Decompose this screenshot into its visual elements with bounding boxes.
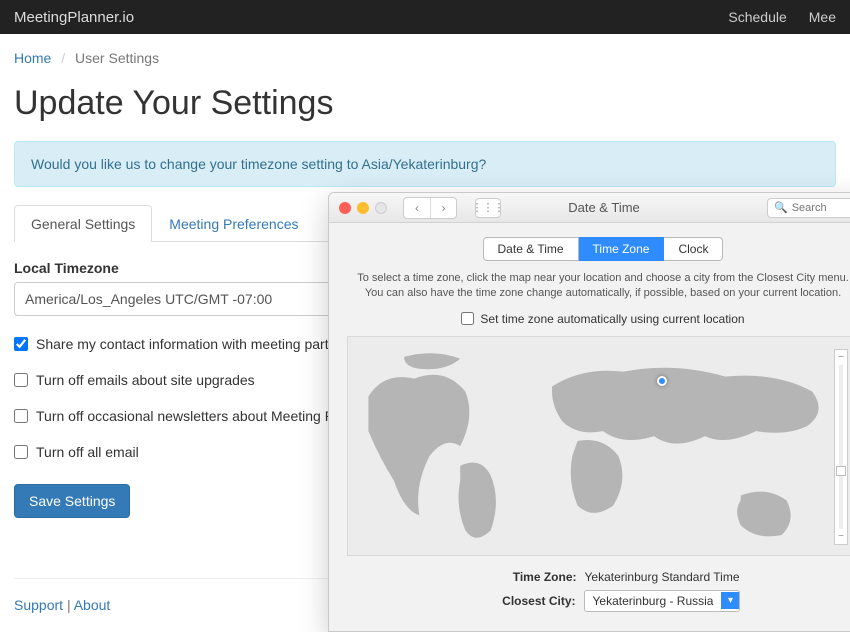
seg-clock[interactable]: Clock	[664, 237, 723, 261]
share-contact-checkbox[interactable]	[14, 337, 28, 351]
auto-timezone-label: Set time zone automatically using curren…	[480, 312, 744, 326]
breadcrumb-home[interactable]: Home	[14, 50, 51, 66]
nav-meetings-truncated[interactable]: Mee	[809, 9, 836, 25]
mac-date-time-window: ‹ › ⋮⋮⋮ Date & Time 🔍 Date & Time Time Z…	[328, 192, 850, 632]
tab-general-settings[interactable]: General Settings	[14, 205, 152, 242]
back-button[interactable]: ‹	[404, 198, 430, 218]
closest-city-value: Yekaterinburg - Russia	[585, 591, 722, 611]
mac-titlebar[interactable]: ‹ › ⋮⋮⋮ Date & Time 🔍	[329, 193, 850, 223]
share-contact-label: Share my contact information with meetin…	[36, 336, 376, 352]
mac-window-title: Date & Time	[447, 200, 761, 215]
map-pin-icon	[657, 376, 667, 386]
auto-timezone-checkbox[interactable]	[461, 312, 474, 325]
search-icon: 🔍	[774, 201, 788, 214]
chevron-down-icon[interactable]: ▾	[721, 592, 739, 609]
zoom-icon[interactable]	[375, 202, 387, 214]
turn-off-newsletters-label: Turn off occasional newsletters about Me…	[36, 408, 373, 424]
breadcrumb-separator: /	[61, 50, 65, 66]
turn-off-all-checkbox[interactable]	[14, 445, 28, 459]
timezone-alert[interactable]: Would you like us to change your timezon…	[14, 141, 836, 187]
top-navbar: MeetingPlanner.io Schedule Mee	[0, 0, 850, 34]
close-icon[interactable]	[339, 202, 351, 214]
segmented-control: Date & Time Time Zone Clock	[347, 237, 850, 261]
minimize-icon[interactable]	[357, 202, 369, 214]
mac-info-text: To select a time zone, click the map nea…	[347, 271, 850, 302]
turn-off-upgrades-checkbox[interactable]	[14, 373, 28, 387]
breadcrumb-current: User Settings	[75, 50, 159, 66]
closest-city-label: Closest City:	[466, 594, 576, 608]
timezone-label: Time Zone:	[467, 570, 577, 584]
mac-search-input[interactable]	[792, 202, 850, 214]
zoom-out-button[interactable]: −	[838, 531, 844, 542]
page-title: Update Your Settings	[14, 84, 836, 123]
timezone-value: Yekaterinburg Standard Time	[585, 570, 740, 584]
mac-search[interactable]: 🔍	[767, 198, 850, 218]
turn-off-upgrades-label: Turn off emails about site upgrades	[36, 372, 255, 388]
closest-city-select[interactable]: Yekaterinburg - Russia ▾	[584, 590, 741, 612]
zoom-in-button[interactable]: −	[838, 352, 844, 363]
footer-about[interactable]: About	[74, 597, 111, 613]
zoom-slider[interactable]: − −	[834, 349, 848, 545]
zoom-thumb[interactable]	[836, 466, 846, 476]
brand[interactable]: MeetingPlanner.io	[14, 9, 134, 26]
footer-support[interactable]: Support	[14, 597, 63, 613]
turn-off-newsletters-checkbox[interactable]	[14, 409, 28, 423]
save-settings-button[interactable]: Save Settings	[14, 484, 130, 518]
turn-off-all-label: Turn off all email	[36, 444, 139, 460]
world-map[interactable]: − −	[347, 336, 850, 556]
seg-time-zone[interactable]: Time Zone	[579, 237, 665, 261]
seg-date-time[interactable]: Date & Time	[483, 237, 579, 261]
breadcrumb: Home / User Settings	[14, 34, 836, 76]
tab-meeting-preferences[interactable]: Meeting Preferences	[152, 205, 315, 242]
nav-schedule[interactable]: Schedule	[728, 9, 786, 25]
